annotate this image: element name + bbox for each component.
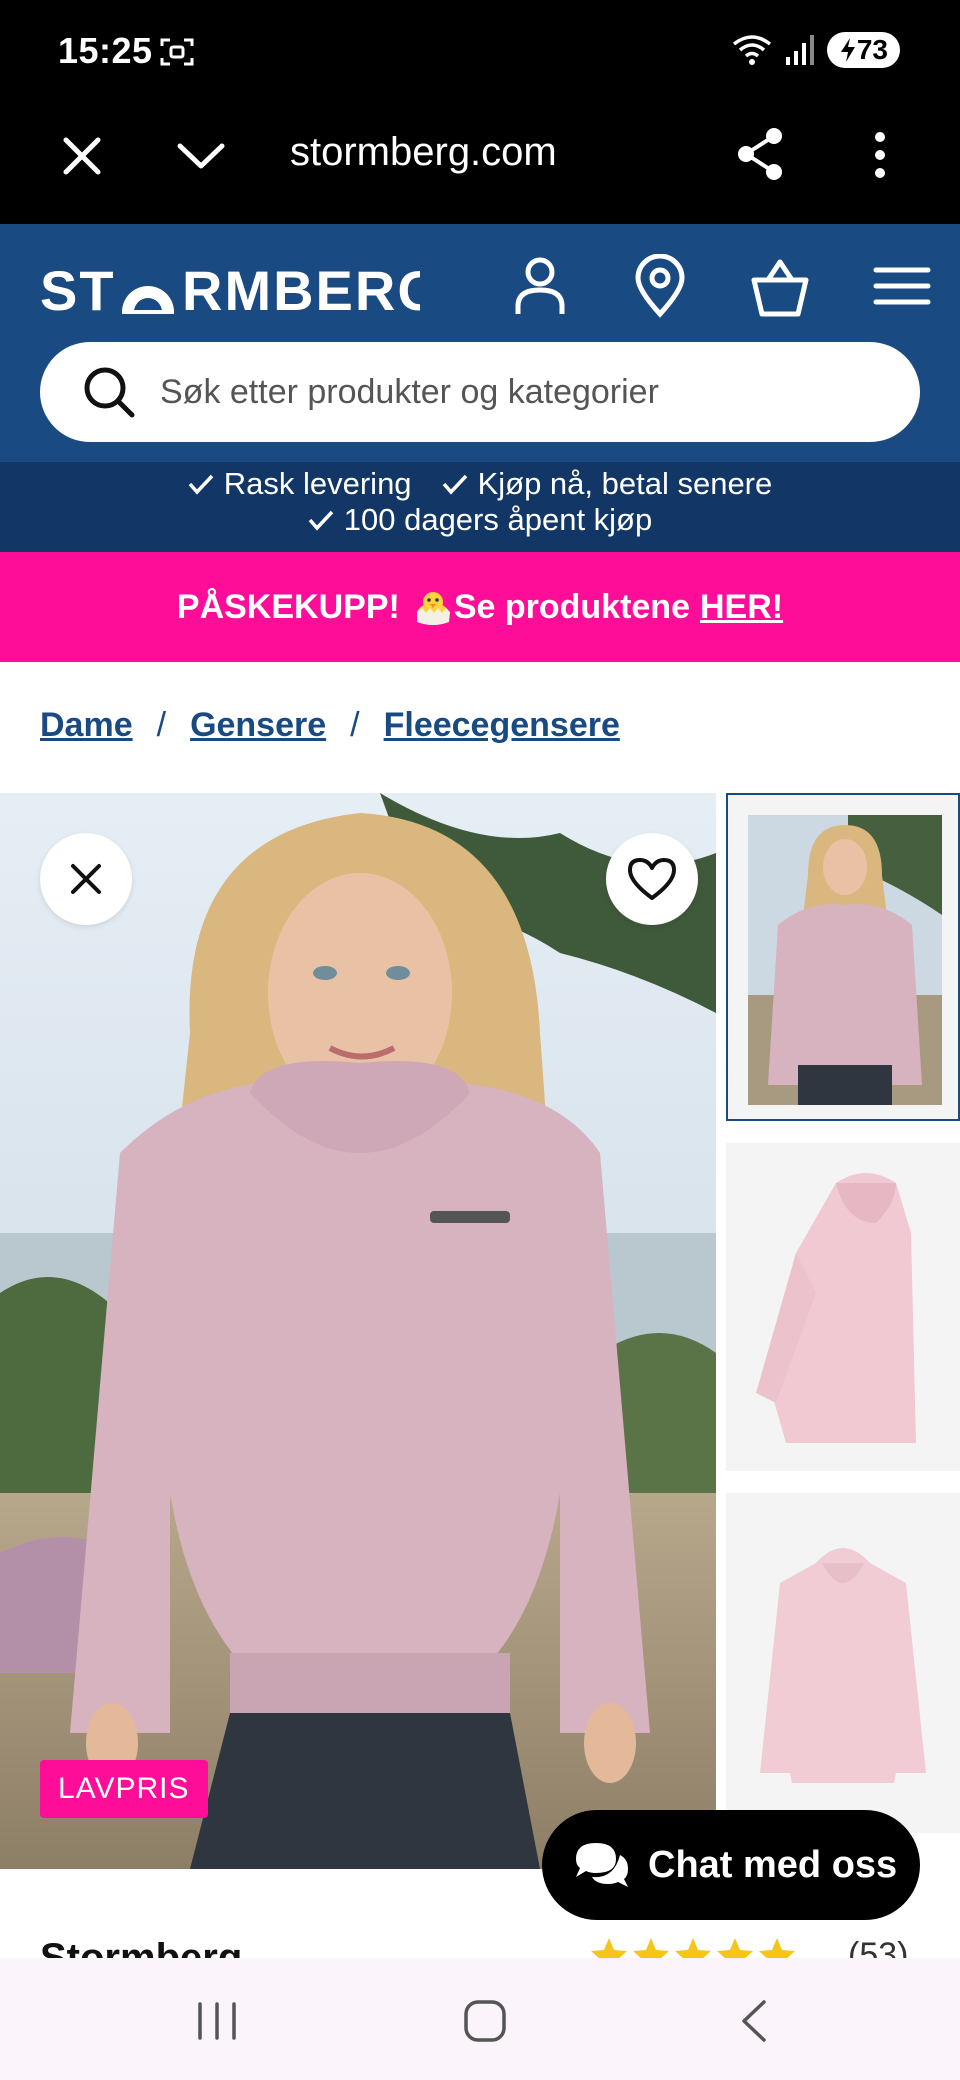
search-input[interactable]: Søk etter produkter og kategorier <box>40 342 920 442</box>
back-icon[interactable] <box>730 1996 780 2046</box>
product-gallery: LAVPRIS <box>0 793 960 1869</box>
battery-level: 73 <box>856 34 888 65</box>
breadcrumb-link-dame[interactable]: Dame <box>40 706 133 745</box>
lavpris-badge: LAVPRIS <box>40 1760 208 1818</box>
chevron-down-icon[interactable] <box>176 134 226 178</box>
site-header: ST RMBERG Søk etter produkter og kategor… <box>0 224 960 462</box>
system-nav-bar <box>0 1958 960 2080</box>
status-time: 15:25 <box>58 30 153 71</box>
close-icon[interactable] <box>58 132 106 180</box>
search-icon <box>84 367 135 418</box>
status-icons: 73 <box>731 32 900 68</box>
usp-item: Kjøp nå, betal senere <box>442 466 773 502</box>
model-photo <box>0 793 716 1869</box>
location-pin-icon[interactable] <box>630 254 690 318</box>
promo-link[interactable]: HER! <box>700 588 783 627</box>
chat-button[interactable]: Chat med oss <box>542 1810 920 1920</box>
main-product-image[interactable]: LAVPRIS <box>0 793 716 1869</box>
star-icon <box>591 1938 627 1958</box>
thumbnail-image <box>726 1493 960 1833</box>
star-icon <box>633 1938 669 1958</box>
usp-item: Rask levering <box>188 466 412 502</box>
star-icon <box>759 1938 795 1958</box>
promo-banner[interactable]: PÅSKEKUPP! Se produktene HER! <box>0 552 960 662</box>
rating-count[interactable]: (53) <box>848 1936 908 1958</box>
usp-text: 100 dagers åpent kjøp <box>343 502 653 537</box>
battery-charging-icon <box>840 38 855 62</box>
breadcrumb: Dame / Gensere / Fleecegensere <box>40 706 620 745</box>
svg-text:ST: ST <box>40 259 116 318</box>
promo-text: Se produktene <box>453 587 690 626</box>
battery-indicator: 73 <box>826 32 900 68</box>
close-icon <box>71 864 101 894</box>
thumbnail-image <box>748 815 942 1105</box>
check-icon <box>188 474 214 495</box>
stormberg-logo[interactable]: ST RMBERG <box>40 258 420 318</box>
chat-label: Chat med oss <box>648 1843 898 1886</box>
user-icon[interactable] <box>510 254 570 318</box>
promo-title: PÅSKEKUPP! <box>176 587 400 626</box>
chick-emoji-icon <box>416 592 450 625</box>
close-gallery-button[interactable] <box>40 833 132 925</box>
check-icon <box>442 474 467 495</box>
thumbnail-1[interactable] <box>726 793 960 1121</box>
breadcrumb-link-fleecegensere[interactable]: Fleecegensere <box>384 706 620 745</box>
star-icon <box>717 1938 753 1958</box>
thumbnail-3[interactable] <box>726 1493 960 1833</box>
breadcrumb-link-gensere[interactable]: Gensere <box>190 706 326 745</box>
thumbnail-image <box>726 1143 960 1471</box>
check-icon <box>308 510 334 531</box>
menu-icon[interactable] <box>872 254 932 318</box>
breadcrumb-separator: / <box>156 706 167 744</box>
browser-toolbar: stormberg.com <box>0 104 960 224</box>
shopping-bag-icon[interactable] <box>750 254 810 318</box>
favorite-button[interactable] <box>606 833 698 925</box>
status-bar: 15:25 73 <box>0 0 960 104</box>
share-icon[interactable] <box>734 126 786 182</box>
signal-icon <box>785 35 814 65</box>
heart-icon <box>628 858 676 900</box>
product-brand: Stormberg <box>40 1936 243 1958</box>
rating-stars <box>590 1936 796 1958</box>
breadcrumb-separator: / <box>350 706 360 744</box>
url-text[interactable]: stormberg.com <box>290 130 557 175</box>
more-vertical-icon[interactable] <box>860 130 900 180</box>
home-icon[interactable] <box>460 1996 510 2046</box>
usp-text: Kjøp nå, betal senere <box>477 466 773 501</box>
recent-apps-icon[interactable] <box>192 1996 242 2046</box>
star-icon <box>675 1938 711 1958</box>
screenshot-icon <box>160 38 194 66</box>
usp-bar: Rask levering Kjøp nå, betal senere 100 … <box>0 462 960 552</box>
search-placeholder: Søk etter produkter og kategorier <box>160 372 659 411</box>
thumbnail-2[interactable] <box>726 1143 960 1471</box>
wifi-icon <box>732 35 771 65</box>
usp-text: Rask levering <box>223 466 412 501</box>
chat-bubbles-icon <box>576 1843 628 1887</box>
svg-text:RMBERG: RMBERG <box>182 259 420 318</box>
usp-item: 100 dagers åpent kjøp <box>308 502 653 538</box>
